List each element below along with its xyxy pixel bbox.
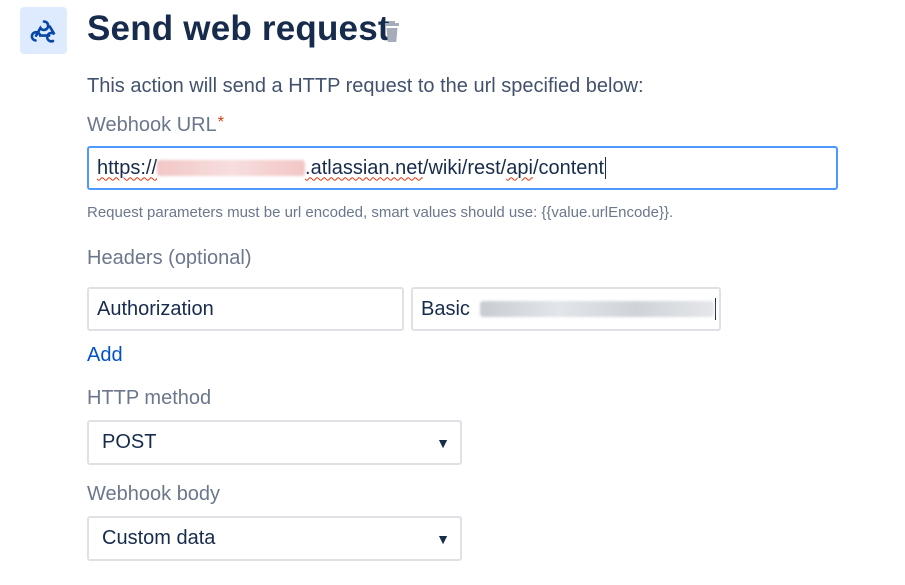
webhook-body-select[interactable]: Custom data ▼ (87, 516, 462, 561)
page-title: Send web request (87, 9, 390, 48)
action-description: This action will send a HTTP request to … (87, 75, 644, 97)
required-mark: * (217, 114, 224, 131)
webhook-body-label: Webhook body (87, 483, 221, 505)
webhook-url-input[interactable]: https://.atlassian.net/wiki/rest/api/con… (87, 146, 838, 190)
http-method-label: HTTP method (87, 387, 212, 409)
redacted-token (479, 301, 714, 317)
http-method-select[interactable]: POST ▼ (87, 420, 462, 465)
headers-label: Headers (optional) (87, 247, 252, 269)
webhook-icon-container (20, 7, 67, 54)
header-key-input[interactable]: Authorization (87, 287, 404, 331)
trash-icon[interactable] (383, 20, 401, 44)
add-header-link[interactable]: Add (87, 344, 123, 367)
text-caret (714, 298, 716, 320)
text-caret (605, 157, 607, 179)
webhook-icon (30, 19, 56, 43)
dropdown-arrow-icon: ▼ (436, 530, 450, 547)
dropdown-arrow-icon: ▼ (436, 434, 450, 451)
header-value-input[interactable]: Basic (411, 287, 721, 331)
redacted-subdomain (157, 160, 306, 176)
webhook-url-label: Webhook URL* (87, 114, 224, 136)
webhook-url-help: Request parameters must be url encoded, … (87, 204, 674, 221)
